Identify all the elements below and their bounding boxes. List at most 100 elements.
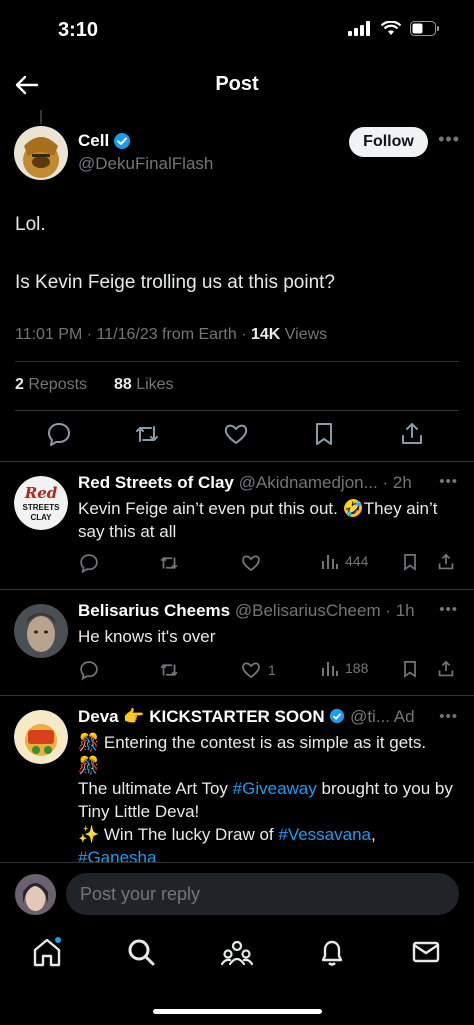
views-count: 444 (345, 553, 369, 569)
likes-label[interactable]: Likes (132, 376, 173, 393)
more-options-icon[interactable]: ••• (439, 708, 458, 725)
ad-text-line: 🎊 Entering the contest is as simple as i… (78, 733, 427, 752)
notifications-icon[interactable] (314, 934, 350, 970)
reply-icon[interactable] (78, 659, 100, 681)
top-header: Post (0, 62, 474, 108)
post-timestamp[interactable]: 11:01 PM · 11/16/23 from Earth · (15, 326, 251, 343)
communities-icon[interactable] (219, 934, 255, 970)
post-stats: 2 Reposts 88 Likes (15, 376, 174, 394)
reply-avatar[interactable] (14, 710, 68, 764)
views-icon[interactable]: 188 (321, 659, 368, 677)
bookmark-icon[interactable] (400, 659, 420, 679)
reply-item[interactable]: Red STREETS CLAY Red Streets of Clay @Akid… (0, 473, 474, 589)
post-author-row: Cell @DekuFinalFlash Follow ••• (14, 126, 460, 180)
divider (15, 410, 459, 411)
ad-text-part: , (371, 825, 376, 844)
reply-author-name[interactable]: Red Streets of Clay (78, 473, 234, 492)
author-name-row[interactable]: Cell (78, 131, 131, 151)
ad-text-line: ✨ Win The lucky Draw of #Vessavana, (78, 823, 454, 846)
search-icon[interactable] (123, 934, 159, 970)
ad-author-name[interactable]: Deva 👉 KICKSTARTER SOON (78, 707, 325, 726)
ad-text-part: ✨ Win The lucky Draw of (78, 825, 279, 844)
verified-badge-icon (114, 133, 131, 149)
reply-avatar-logo-text: CLAY (30, 513, 52, 522)
ad-text-part: The ultimate Art Toy (78, 779, 233, 798)
more-options-icon[interactable]: ••• (439, 473, 458, 490)
reply-header: Belisarius Cheems @BelisariusCheem · 1h (78, 601, 460, 621)
reply-avatar[interactable]: Red STREETS CLAY (14, 476, 68, 530)
status-icons (348, 21, 440, 36)
like-count: 1 (268, 662, 276, 678)
reply-avatar[interactable] (14, 604, 68, 658)
author-avatar[interactable] (14, 126, 68, 180)
reposts-count[interactable]: 2 (15, 376, 24, 393)
likes-count[interactable]: 88 (114, 376, 132, 393)
promoted-post[interactable]: Deva 👉 KICKSTARTER SOON @ti... Ad 🎊 Ente… (0, 707, 474, 862)
like-icon[interactable] (222, 420, 250, 448)
reposts-label[interactable]: Reposts (24, 376, 87, 393)
reply-avatar-logo-text: Red (24, 484, 58, 502)
reply-icon[interactable] (78, 552, 100, 574)
more-options-icon[interactable]: ••• (439, 601, 458, 618)
page-title: Post (215, 73, 259, 95)
views-count: 14K (250, 326, 281, 343)
reply-action-row: 444 (78, 552, 458, 576)
ad-label: Ad (393, 707, 415, 726)
reply-header: Red Streets of Clay @Akidnamedjon... · 2… (78, 473, 460, 493)
reply-author-name[interactable]: Belisarius Cheems (78, 601, 230, 620)
hashtag-link[interactable]: #Giveaway (233, 779, 317, 798)
more-options-icon[interactable]: ••• (438, 129, 460, 150)
reply-text: Kevin Feige ain’t even put this out. 🤣Th… (78, 499, 438, 541)
reply-header: Deva 👉 KICKSTARTER SOON @ti... Ad (78, 707, 460, 727)
post-action-row (0, 420, 474, 452)
bookmark-icon[interactable] (310, 420, 338, 448)
status-time: 3:10 (58, 19, 99, 41)
ad-text-line: The ultimate Art Toy #Giveaway brought t… (78, 777, 454, 823)
home-indicator[interactable] (153, 1009, 322, 1014)
repost-icon[interactable] (158, 552, 180, 574)
like-icon[interactable]: 1 (240, 659, 276, 681)
reply-avatar-logo-text: STREETS (23, 503, 61, 512)
share-icon[interactable] (436, 659, 456, 679)
reply-meta: @Akidnamedjon... · 2h (233, 473, 412, 492)
repost-icon[interactable] (133, 420, 161, 448)
reply-action-row: 1 188 (78, 659, 458, 683)
hashtag-link[interactable]: #Vessavana (278, 825, 371, 844)
ad-meta: @ti... (345, 707, 394, 726)
reply-input[interactable] (66, 873, 459, 915)
divider (15, 361, 459, 362)
user-avatar[interactable] (15, 874, 56, 915)
verified-badge-icon (330, 708, 345, 724)
views-label: Views (280, 326, 328, 343)
share-icon[interactable] (436, 552, 456, 572)
post-text: Lol. Is Kevin Feige trolling us at this … (15, 213, 455, 329)
hashtag-link[interactable]: #Ganesha (78, 848, 156, 862)
divider (0, 461, 474, 462)
ad-text-line: #Ganesha (78, 846, 454, 862)
author-handle[interactable]: @DekuFinalFlash (78, 154, 213, 174)
reply-meta: @BelisariusCheem · 1h (230, 601, 415, 620)
repost-icon[interactable] (158, 659, 180, 681)
reply-composer (0, 862, 474, 924)
messages-icon[interactable] (408, 934, 444, 970)
divider (0, 695, 474, 696)
reply-item[interactable]: Belisarius Cheems @BelisariusCheem · 1h … (0, 601, 474, 695)
reply-icon[interactable] (45, 420, 73, 448)
post-meta: 11:01 PM · 11/16/23 from Earth · 14K Vie… (15, 326, 327, 344)
battery-icon (410, 21, 439, 36)
divider (0, 589, 474, 590)
cellular-signal-icon (348, 21, 370, 36)
author-name[interactable]: Cell (78, 131, 109, 151)
post-text-line: Lol. (15, 214, 46, 235)
reply-text: He knows it's over (78, 627, 216, 646)
views-icon[interactable]: 444 (321, 552, 368, 570)
follow-button[interactable]: Follow (349, 127, 428, 157)
share-icon[interactable] (398, 420, 426, 448)
home-icon[interactable] (29, 934, 65, 970)
status-bar: 3:10 (0, 0, 474, 62)
post-text-line: Is Kevin Feige trolling us at this point… (15, 272, 336, 293)
like-icon[interactable] (240, 552, 268, 574)
ad-text: 🎊 Entering the contest is as simple as i… (78, 731, 454, 862)
bookmark-icon[interactable] (400, 552, 420, 572)
views-count: 188 (345, 660, 369, 676)
